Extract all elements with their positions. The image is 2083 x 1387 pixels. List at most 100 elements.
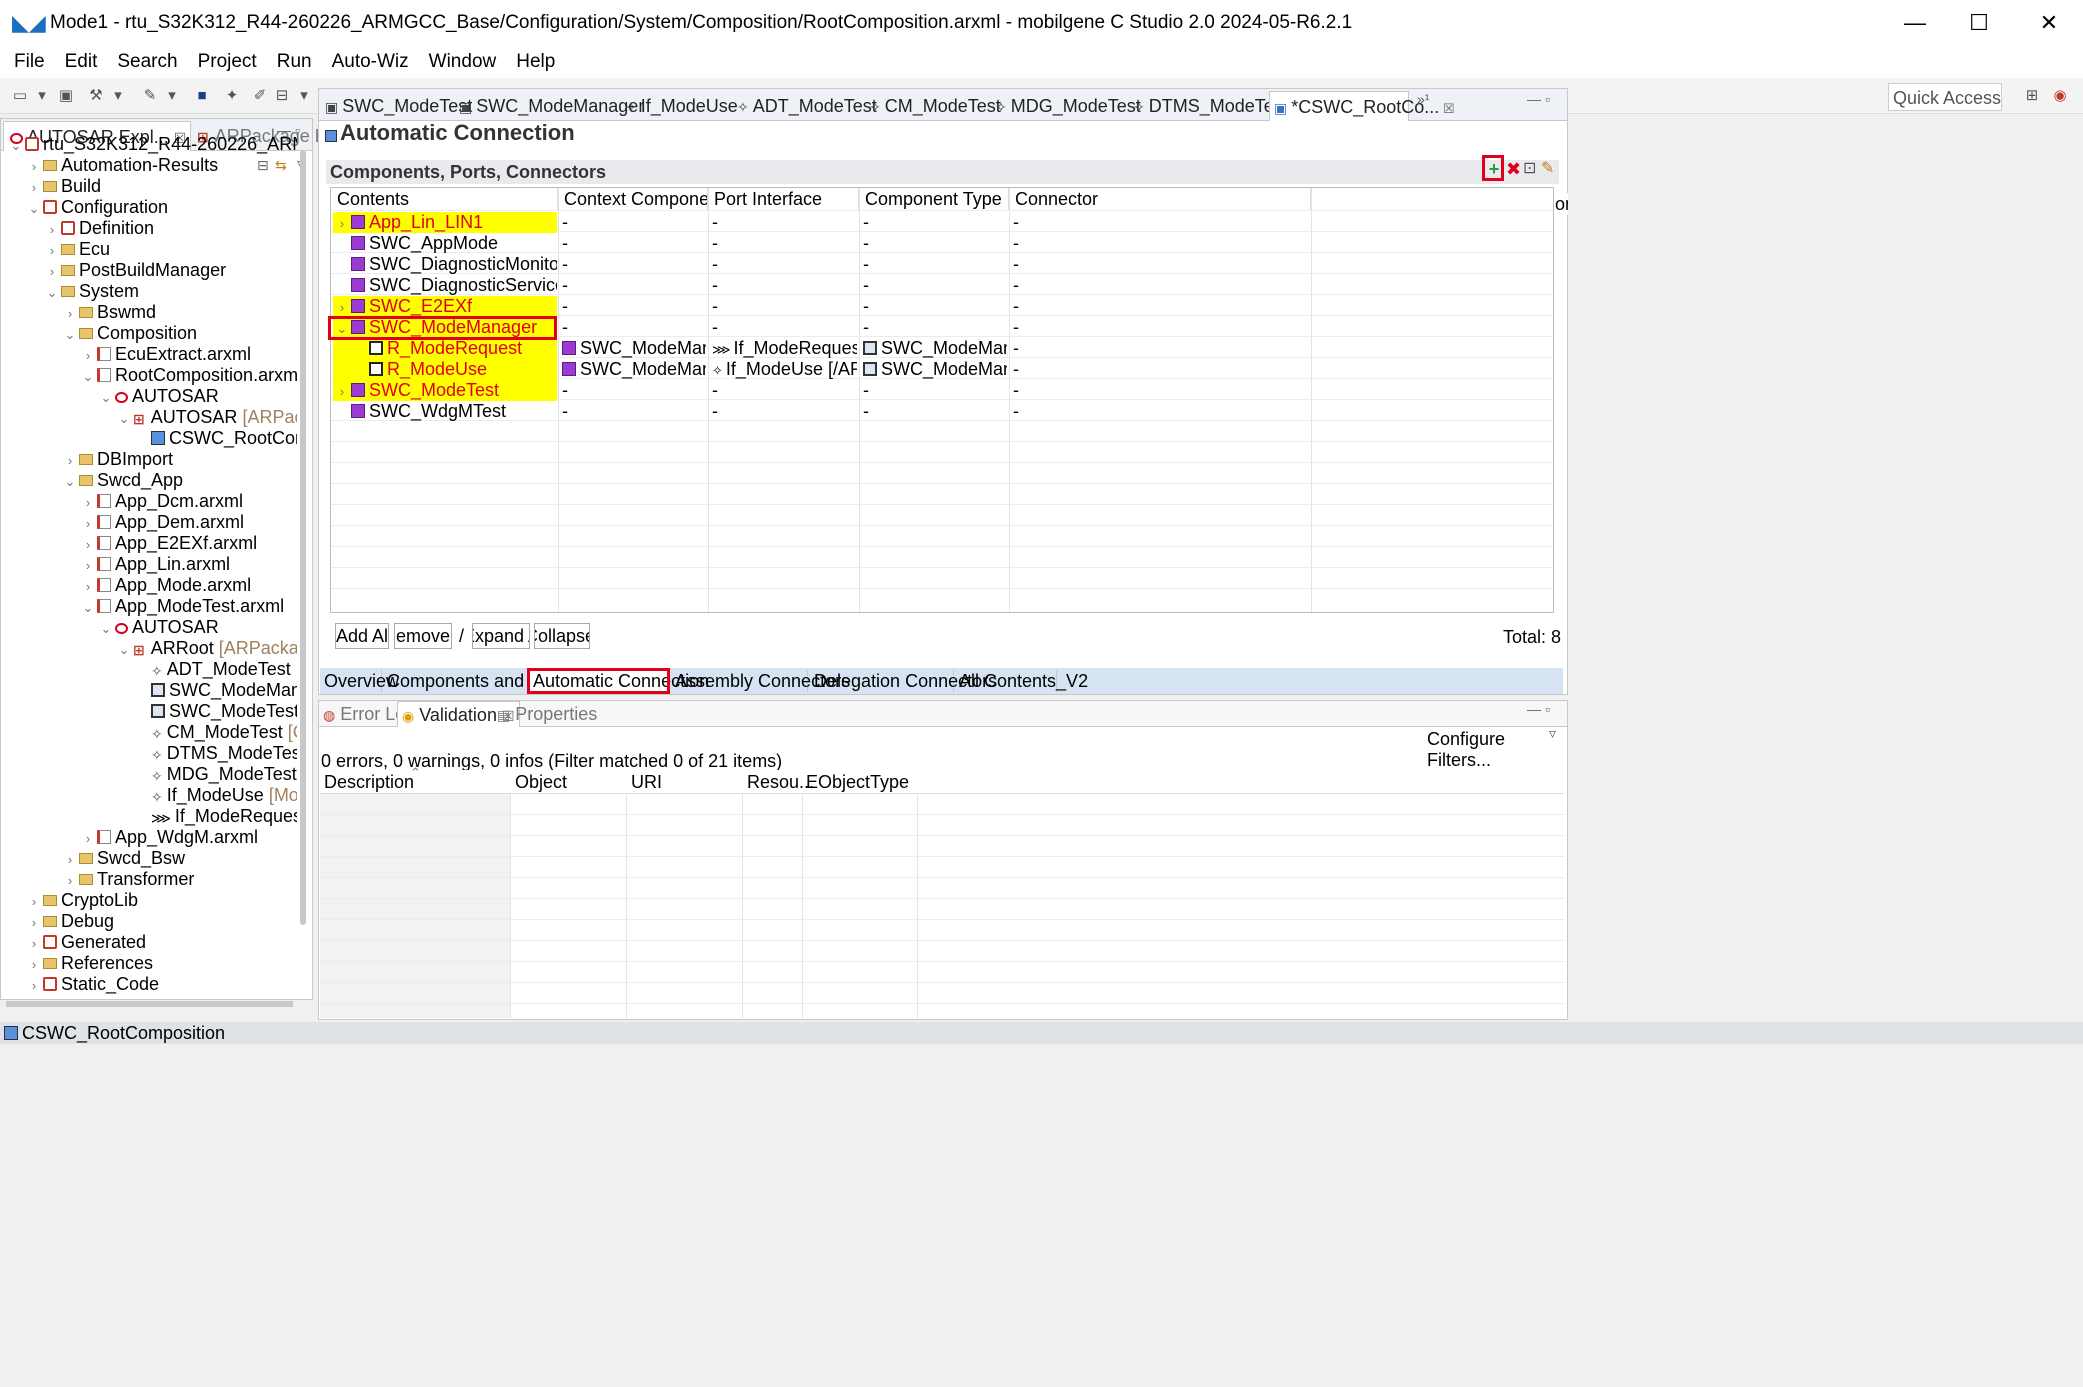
column-header[interactable]: EObjectType	[806, 770, 921, 794]
new-connector-icon[interactable]: +	[1486, 160, 1502, 178]
tree-item[interactable]: CSWC_RootComposi	[133, 428, 297, 449]
minimize-button[interactable]: —	[1883, 0, 1947, 46]
expand-toggle-icon[interactable]: ›	[61, 870, 79, 891]
tree-item[interactable]: ⌄ System	[43, 281, 139, 302]
column-header[interactable]: URI	[631, 770, 746, 794]
expand-toggle-icon[interactable]: ›	[61, 450, 79, 471]
tree-item[interactable]: SWC_ModeTest [App	[133, 701, 297, 722]
expand-toggle-icon[interactable]: ⌄	[79, 597, 97, 618]
expand-toggle-icon[interactable]: ›	[25, 933, 43, 954]
tree-item[interactable]: › App_Lin.arxml	[79, 554, 230, 575]
tree-item[interactable]: › Automation-Results	[25, 155, 218, 176]
page-tab[interactable]: Components and Ports	[383, 670, 571, 692]
column-header[interactable]: Port Interface	[708, 188, 859, 210]
editor-tab[interactable]: ▣ SWC_ModeTest	[321, 91, 472, 121]
column-header[interactable]: Object	[515, 770, 630, 794]
menu-auto-wiz[interactable]: Auto-Wiz	[322, 51, 419, 73]
expand-toggle-icon[interactable]: ⌄	[333, 318, 351, 338]
add-all-button[interactable]: Add All	[335, 623, 389, 649]
minimize-view-icon[interactable]: —	[1527, 701, 1541, 717]
tree-item[interactable]: › App_Mode.arxml	[79, 575, 251, 596]
tree-item[interactable]: › Swcd_Bsw	[61, 848, 185, 869]
expand-toggle-icon[interactable]: ›	[79, 513, 97, 534]
expand-toggle-icon[interactable]: ›	[61, 303, 79, 324]
expand-toggle-icon[interactable]: ⌄	[25, 198, 43, 219]
expand-toggle-icon[interactable]: ›	[79, 534, 97, 555]
table-row[interactable]: SWC_DiagnosticService	[333, 275, 557, 296]
tree-item[interactable]: › References	[25, 953, 153, 974]
expand-toggle-icon[interactable]: ›	[79, 576, 97, 597]
tool-star-icon[interactable]: ✦	[222, 86, 242, 106]
column-header[interactable]: Contents	[331, 188, 558, 210]
tree-item[interactable]: › EcuExtract.arxml	[79, 344, 251, 365]
page-tab[interactable]: Delegation Connectors	[810, 670, 997, 692]
expand-toggle-icon[interactable]: ›	[333, 213, 351, 233]
expand-toggle-icon[interactable]: ›	[25, 891, 43, 912]
view-menu-icon[interactable]: ▿	[1549, 725, 1556, 742]
menu-run[interactable]: Run	[267, 51, 322, 73]
expand-toggle-icon[interactable]: ⌄	[115, 639, 133, 660]
tree-item[interactable]: › DBImport	[61, 449, 173, 470]
expand-toggle-icon[interactable]: ›	[333, 381, 351, 401]
menu-help[interactable]: Help	[506, 51, 565, 73]
editor-tab[interactable]: ✧ DTMS_ModeTest	[1129, 91, 1288, 121]
run-icon[interactable]: ✎	[140, 86, 160, 106]
menu-file[interactable]: File	[4, 51, 55, 73]
table-row[interactable]: ⌄ SWC_ModeManager	[333, 317, 557, 338]
new-icon[interactable]: ▭	[10, 86, 30, 106]
quick-access-input[interactable]: Quick Access	[1888, 83, 2002, 111]
maximize-editor-icon[interactable]: ▫	[1545, 91, 1550, 107]
tree-item[interactable]: ⌄ Composition	[61, 323, 198, 344]
autosar-perspective-icon[interactable]: ◉	[2050, 86, 2070, 106]
configure-filters-link[interactable]: Configure Filters...	[1427, 729, 1567, 771]
tree-item[interactable]: › Transformer	[61, 869, 195, 891]
tree-item[interactable]: ⌄ Swcd_App	[61, 470, 184, 492]
expand-toggle-icon[interactable]: ›	[25, 156, 43, 177]
tree-item[interactable]: ⌄⊞ ARRoot [ARPackage]	[115, 638, 297, 659]
tree-item[interactable]: ✧DTMS_ModeTest [D	[133, 743, 297, 764]
tool-chart-icon[interactable]: ⊟	[272, 86, 292, 106]
page-tab[interactable]: Assembly Connectors	[671, 670, 850, 692]
tree-item[interactable]: ⌄ AUTOSAR	[97, 386, 219, 407]
expand-toggle-icon[interactable]: ›	[79, 345, 97, 366]
editor-tab[interactable]: ▣ SWC_ModeManager	[455, 91, 644, 121]
expand-toggle-icon[interactable]: ›	[79, 828, 97, 849]
expand-toggle-icon[interactable]: ›	[61, 849, 79, 870]
tree-item[interactable]: ⌄ AUTOSAR	[97, 617, 219, 638]
close-tab-icon[interactable]: ☒	[1439, 101, 1455, 116]
maximize-button[interactable]: ☐	[1947, 0, 2011, 46]
tabs-overflow-icon[interactable]: »¹	[1417, 91, 1429, 107]
expand-toggle-icon[interactable]: ›	[43, 219, 61, 240]
dropdown-icon[interactable]: ▾	[294, 86, 314, 106]
page-tab[interactable]: Automatic Connection	[529, 670, 709, 692]
table-row[interactable]: R_ModeRequest	[333, 338, 557, 359]
expand-toggle-icon[interactable]: ⌄	[61, 471, 79, 492]
tree-item[interactable]: › Bswmd	[61, 302, 156, 323]
build-icon[interactable]: ⚒	[86, 86, 106, 106]
expand-toggle-icon[interactable]: ⌄	[79, 366, 97, 387]
tree-item[interactable]: › Build	[25, 176, 101, 197]
delete-icon[interactable]: ✖	[1506, 160, 1521, 178]
tree-item[interactable]: › Definition	[43, 218, 154, 239]
perspective-icon[interactable]: ⊞	[2022, 86, 2042, 106]
column-header[interactable]: Connector	[1009, 188, 1311, 210]
tool-t-icon[interactable]: ■	[192, 86, 212, 106]
dropdown-icon[interactable]: ▾	[108, 86, 128, 106]
tab-properties[interactable]: ▤ Properties	[497, 701, 597, 727]
menu-edit[interactable]: Edit	[55, 51, 108, 73]
expand-toggle-icon[interactable]: ›	[79, 492, 97, 513]
tree-item[interactable]: › Generated	[25, 932, 146, 953]
tree-scrollbar[interactable]	[300, 150, 306, 925]
table-row[interactable]: SWC_DiagnosticMonitor	[333, 254, 557, 275]
menu-project[interactable]: Project	[188, 51, 267, 73]
expand-icon[interactable]: ⊡	[1523, 160, 1536, 178]
table-row[interactable]: › SWC_E2EXf	[333, 296, 557, 317]
expand-toggle-icon[interactable]: ⌄	[43, 282, 61, 303]
tree-item[interactable]: › Debug	[25, 911, 114, 932]
expand-toggle-icon[interactable]: ›	[43, 240, 61, 261]
table-row[interactable]: › SWC_ModeTest	[333, 380, 557, 401]
editor-tab[interactable]: ▣ *CSWC_RootCo... ☒	[1269, 91, 1455, 121]
dropdown-icon[interactable]: ▾	[162, 86, 182, 106]
tree-item[interactable]: ⌄ rtu_S32K312_R44-260226_ARMGCC_Base	[7, 134, 297, 155]
expand-toggle-icon[interactable]: ›	[43, 261, 61, 282]
